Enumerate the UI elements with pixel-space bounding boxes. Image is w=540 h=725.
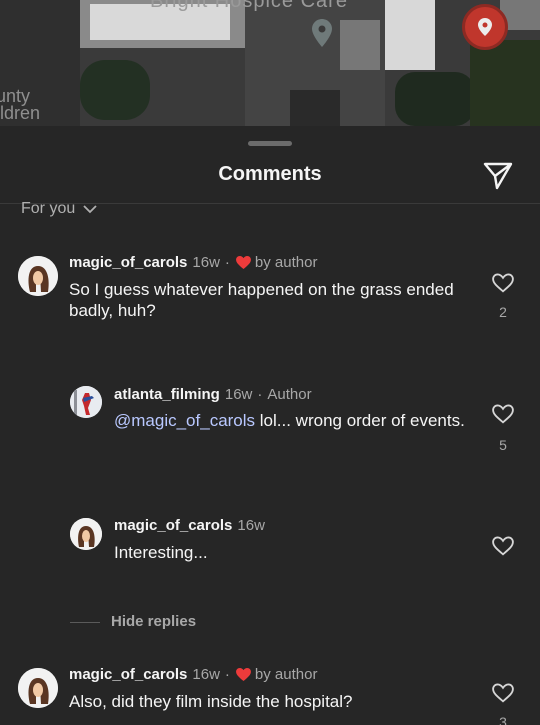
map-building [290,90,340,126]
avatar[interactable] [70,386,102,418]
comment-body: lol... wrong order of events. [255,411,465,430]
map-pin-icon[interactable] [311,18,333,48]
map-area-label: unty ildren [0,86,41,123]
filter-label: For you [21,200,76,217]
comment-text: @magic_of_carols lol... wrong order of e… [114,410,474,431]
like-count: 2 [499,304,507,320]
location-button[interactable] [462,4,508,50]
sheet-grabber[interactable] [248,141,292,146]
heart-outline-icon[interactable] [492,536,514,556]
mention-link[interactable]: @magic_of_carols [114,411,255,430]
comment-header: magic_of_carols 16w · by author [69,666,317,683]
liked-by-author: by author [254,254,318,271]
chevron-down-icon [83,204,97,213]
comment-age: 16w [237,517,265,534]
comment-username[interactable]: magic_of_carols [69,254,187,271]
heart-filled-icon [235,256,251,269]
avatar[interactable] [18,668,58,708]
avatar[interactable] [70,518,102,550]
comment-age: 16w [192,666,220,683]
comment-username[interactable]: magic_of_carols [114,517,232,534]
like-count: 5 [499,437,507,453]
comments-sheet: Comments For you magic_of_carols 16w · b… [0,126,540,725]
meta-separator: · [257,386,263,403]
comment-header: magic_of_carols 16w [114,517,265,534]
liked-by-author: by author [254,666,318,683]
map-building [385,0,435,70]
heart-outline-icon[interactable] [492,683,514,703]
avatar-illustration [18,668,58,708]
map-building [340,20,380,70]
sheet-title: Comments [218,163,322,185]
comment-username[interactable]: magic_of_carols [69,666,187,683]
like-count: 3 [499,714,507,725]
avatar-illustration [18,256,58,296]
location-button-icon [478,18,492,36]
hide-replies-button[interactable]: Hide replies [111,613,196,630]
author-badge: Author [267,386,312,403]
heart-filled-icon [235,668,251,681]
map-trees [395,72,475,126]
filter-dropdown[interactable]: For you [21,200,97,218]
hide-replies-line [70,622,100,623]
comment-age: 16w [192,254,220,271]
map-place-label: Bright Hospice Care [150,0,348,12]
comment-text: Also, did they film inside the hospital? [69,692,353,711]
avatar-illustration [70,386,102,418]
comment-header: atlanta_filming 16w · Author [114,386,312,403]
avatar[interactable] [18,256,58,296]
map-trees [80,60,150,120]
meta-separator: · [224,254,230,271]
comment-header: magic_of_carols 16w · by author [69,254,317,271]
avatar-illustration [70,518,102,550]
comment-username[interactable]: atlanta_filming [114,386,220,403]
map-background[interactable]: Bright Hospice Care unty ildren [0,0,540,126]
comment-text: Interesting... [114,543,208,562]
comment-age: 16w [224,386,253,403]
heart-outline-icon[interactable] [492,273,514,293]
share-paper-plane-icon[interactable] [482,159,514,191]
meta-separator: · [224,666,230,683]
comment-text: So I guess whatever happened on the gras… [69,280,454,320]
heart-outline-icon[interactable] [492,404,514,424]
map-trees [470,40,540,126]
